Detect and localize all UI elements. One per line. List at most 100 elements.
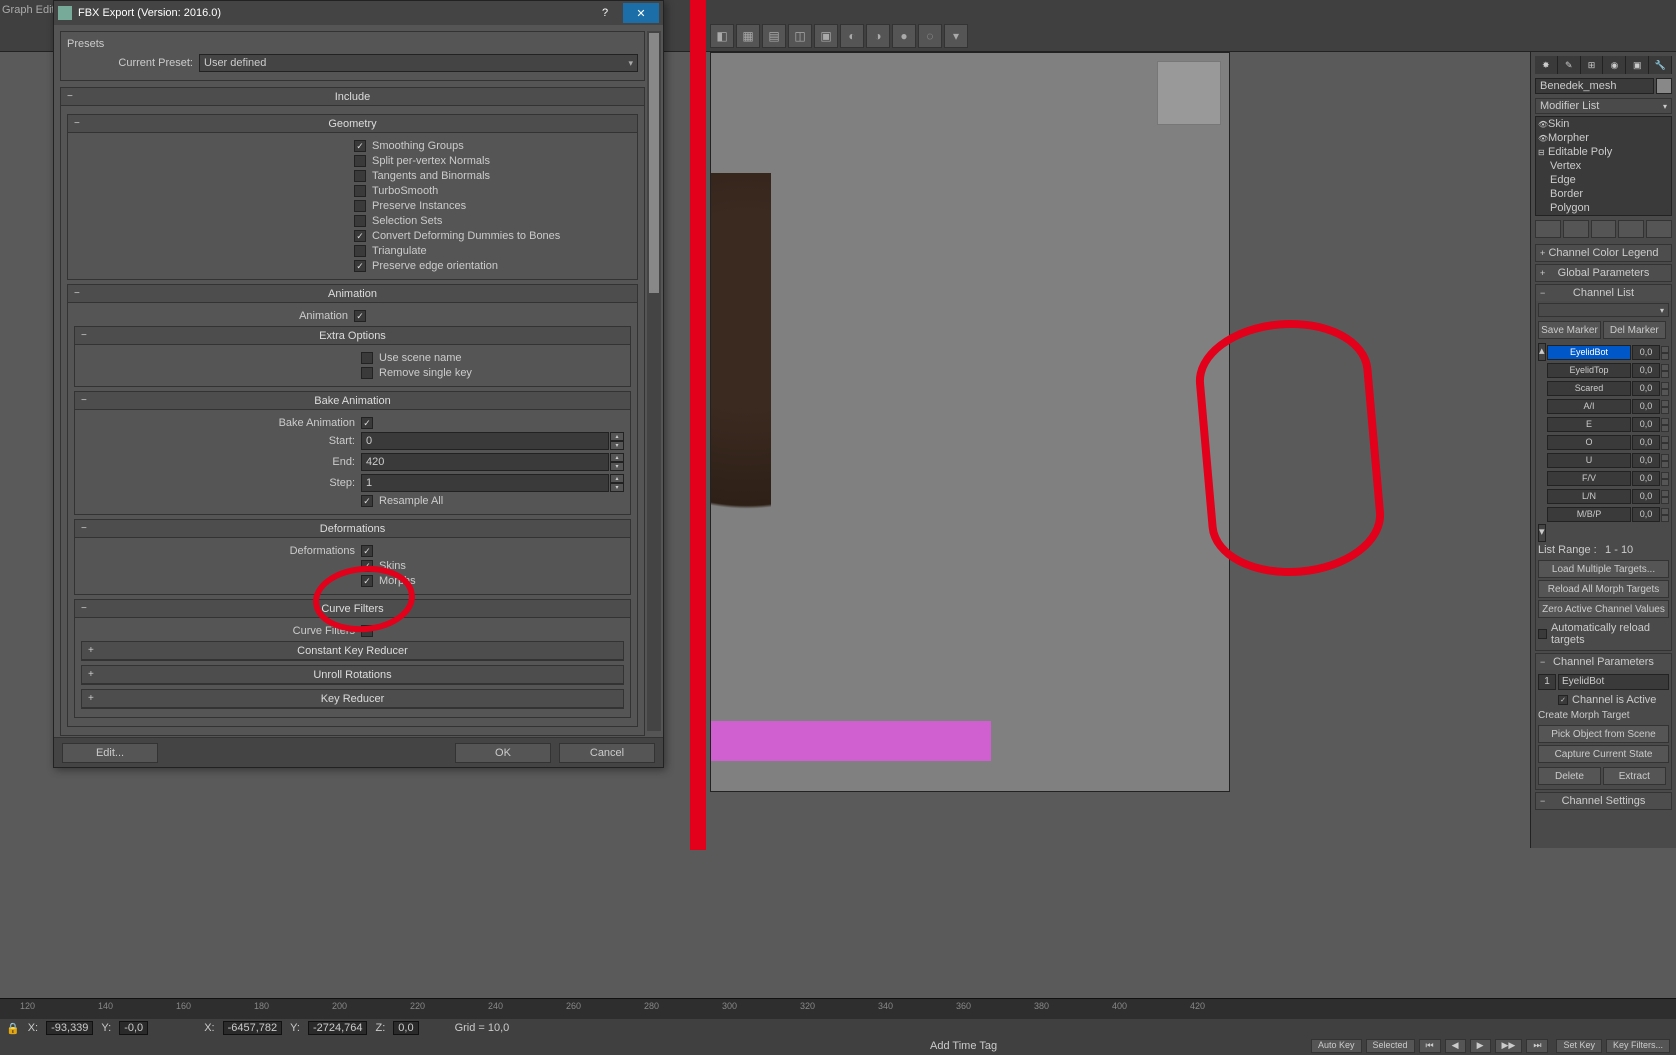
- spinner-up[interactable]: [1661, 490, 1669, 497]
- tab-motion[interactable]: ◉: [1603, 56, 1626, 74]
- marker-dropdown[interactable]: [1538, 303, 1669, 317]
- step-spinner[interactable]: 1: [361, 474, 609, 492]
- spinner-up[interactable]: [1661, 346, 1669, 353]
- scrollbar-thumb[interactable]: [649, 33, 659, 293]
- stack-button[interactable]: [1618, 220, 1644, 238]
- key-filters-button[interactable]: Key Filters...: [1606, 1039, 1670, 1053]
- channel-name[interactable]: F/V: [1547, 471, 1631, 486]
- spinner-up[interactable]: [1661, 436, 1669, 443]
- spinner-down[interactable]: [1661, 425, 1669, 432]
- spinner-down[interactable]: [1661, 371, 1669, 378]
- spinner-down[interactable]: ▾: [610, 483, 624, 492]
- add-time-tag[interactable]: Add Time Tag: [930, 1040, 997, 1052]
- include-header[interactable]: −Include: [61, 88, 644, 106]
- current-preset-dropdown[interactable]: User defined: [199, 54, 638, 72]
- channel-number[interactable]: 1: [1538, 674, 1556, 690]
- bake-animation-header[interactable]: −Bake Animation: [75, 392, 630, 410]
- configure-button[interactable]: [1646, 220, 1672, 238]
- close-button[interactable]: ✕: [623, 3, 659, 23]
- channel-row[interactable]: Scared0,0: [1547, 380, 1669, 397]
- channel-scroll-up[interactable]: ▴: [1538, 343, 1546, 361]
- spinner-down[interactable]: [1661, 353, 1669, 360]
- rollout-header[interactable]: −Channel Settings: [1536, 793, 1671, 809]
- extract-button[interactable]: Extract: [1603, 767, 1666, 785]
- animation-header[interactable]: −Animation: [68, 285, 637, 303]
- spinner-down[interactable]: [1661, 515, 1669, 522]
- end-spinner[interactable]: 420: [361, 453, 609, 471]
- tool-icon[interactable]: ◌: [918, 24, 942, 48]
- pick-object-button[interactable]: Pick Object from Scene: [1538, 725, 1669, 743]
- deformations-checkbox[interactable]: Deformations: [81, 545, 624, 557]
- capture-state-button[interactable]: Capture Current State: [1538, 745, 1669, 763]
- load-multiple-targets-button[interactable]: Load Multiple Targets...: [1538, 560, 1669, 578]
- channel-value[interactable]: 0,0: [1632, 435, 1660, 450]
- object-name-field[interactable]: Benedek_mesh: [1535, 78, 1654, 94]
- spinner-up[interactable]: [1661, 472, 1669, 479]
- channel-name[interactable]: U: [1547, 453, 1631, 468]
- preserve-edge-checkbox[interactable]: Preserve edge orientation: [74, 260, 631, 272]
- geometry-header[interactable]: −Geometry: [68, 115, 637, 133]
- pin-stack-button[interactable]: [1535, 220, 1561, 238]
- channel-row[interactable]: EyelidTop0,0: [1547, 362, 1669, 379]
- rollout-header[interactable]: −Channel Parameters: [1536, 654, 1671, 670]
- tab-modify[interactable]: ✎: [1558, 56, 1581, 74]
- channel-value[interactable]: 0,0: [1632, 417, 1660, 432]
- tab-display[interactable]: ▣: [1626, 56, 1649, 74]
- rollout-header[interactable]: +Global Parameters: [1536, 265, 1671, 281]
- turbosmooth-checkbox[interactable]: TurboSmooth: [74, 185, 631, 197]
- channel-row[interactable]: L/N0,0: [1547, 488, 1669, 505]
- start-spinner[interactable]: 0: [361, 432, 609, 450]
- channel-name[interactable]: A/I: [1547, 399, 1631, 414]
- channel-value[interactable]: 0,0: [1632, 507, 1660, 522]
- stack-button[interactable]: [1563, 220, 1589, 238]
- constant-key-reducer-header[interactable]: +Constant Key Reducer: [82, 642, 623, 660]
- unroll-rotations-header[interactable]: +Unroll Rotations: [82, 666, 623, 684]
- auto-reload-checkbox[interactable]: Automatically reload targets: [1538, 620, 1669, 648]
- channel-name[interactable]: Scared: [1547, 381, 1631, 396]
- channel-value[interactable]: 0,0: [1632, 453, 1660, 468]
- channel-row[interactable]: A/I0,0: [1547, 398, 1669, 415]
- cancel-button[interactable]: Cancel: [559, 743, 655, 763]
- use-scene-name-checkbox[interactable]: Use scene name: [81, 352, 624, 364]
- channel-name-field[interactable]: EyelidBot: [1558, 674, 1669, 690]
- channel-row[interactable]: E0,0: [1547, 416, 1669, 433]
- spinner-down[interactable]: [1661, 461, 1669, 468]
- selected-dropdown[interactable]: Selected: [1366, 1039, 1415, 1053]
- time-ruler[interactable]: 1201401601802002202402602803003203403603…: [0, 999, 1676, 1019]
- channel-name[interactable]: E: [1547, 417, 1631, 432]
- selection-sets-checkbox[interactable]: Selection Sets: [74, 215, 631, 227]
- channel-name[interactable]: M/B/P: [1547, 507, 1631, 522]
- object-color-swatch[interactable]: [1656, 78, 1672, 94]
- spinner-up[interactable]: [1661, 400, 1669, 407]
- tab-hierarchy[interactable]: ⊞: [1581, 56, 1604, 74]
- split-vertex-normals-checkbox[interactable]: Split per-vertex Normals: [74, 155, 631, 167]
- viewport[interactable]: [710, 52, 1230, 792]
- dialog-titlebar[interactable]: FBX Export (Version: 2016.0) ? ✕: [54, 1, 663, 25]
- bake-animation-checkbox[interactable]: Bake Animation: [81, 417, 624, 429]
- spinner-down[interactable]: [1661, 389, 1669, 396]
- spinner-down[interactable]: [1661, 443, 1669, 450]
- tool-icon[interactable]: ▤: [762, 24, 786, 48]
- auto-key-button[interactable]: Auto Key: [1311, 1039, 1362, 1053]
- tool-icon[interactable]: ◫: [788, 24, 812, 48]
- key-reducer-header[interactable]: +Key Reducer: [82, 690, 623, 708]
- skins-checkbox[interactable]: Skins: [81, 560, 624, 572]
- play-button[interactable]: ▶: [1470, 1039, 1491, 1053]
- channel-name[interactable]: O: [1547, 435, 1631, 450]
- channel-value[interactable]: 0,0: [1632, 471, 1660, 486]
- tab-utilities[interactable]: 🔧: [1649, 56, 1672, 74]
- coord-x2[interactable]: -6457,782: [223, 1021, 283, 1035]
- ok-button[interactable]: OK: [455, 743, 551, 763]
- channel-row[interactable]: F/V0,0: [1547, 470, 1669, 487]
- convert-dummies-checkbox[interactable]: Convert Deforming Dummies to Bones: [74, 230, 631, 242]
- channel-name[interactable]: EyelidBot: [1547, 345, 1631, 360]
- spinner-up[interactable]: [1661, 508, 1669, 515]
- channel-value[interactable]: 0,0: [1632, 381, 1660, 396]
- tool-icon[interactable]: ▦: [736, 24, 760, 48]
- tool-icon[interactable]: ▾: [944, 24, 968, 48]
- extra-options-header[interactable]: −Extra Options: [75, 327, 630, 345]
- remove-single-key-checkbox[interactable]: Remove single key: [81, 367, 624, 379]
- tool-icon[interactable]: ▣: [814, 24, 838, 48]
- play-next-button[interactable]: ▶▶: [1495, 1039, 1523, 1053]
- spinner-up[interactable]: [1661, 454, 1669, 461]
